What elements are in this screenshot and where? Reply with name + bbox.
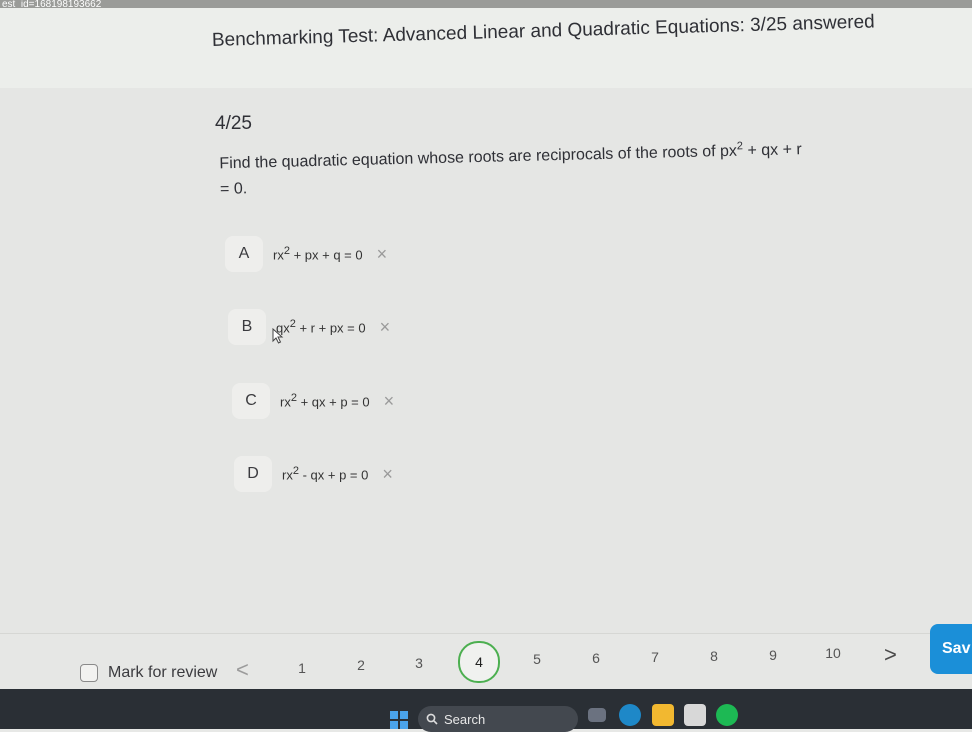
taskbar-search[interactable]: Search — [418, 706, 578, 732]
search-icon — [426, 713, 438, 725]
question-number: 4/25 — [215, 113, 252, 134]
previous-question-button[interactable]: < — [236, 657, 249, 683]
spotify-icon[interactable] — [716, 704, 738, 726]
option-c[interactable]: C rx2 + qx + p = 0 × — [232, 383, 394, 419]
chrome-browser-icon[interactable] — [684, 704, 706, 726]
option-expr-pre: rx — [273, 247, 284, 263]
windows-start-icon[interactable] — [390, 711, 408, 729]
page-button-10[interactable]: 10 — [813, 633, 853, 673]
option-expr-pre: rx — [280, 394, 291, 410]
page-button-3[interactable]: 3 — [399, 643, 439, 683]
page-button-5[interactable]: 5 — [517, 639, 557, 679]
test-header: Benchmarking Test: Advanced Linear and Q… — [0, 8, 972, 89]
page-button-4-current[interactable]: 4 — [458, 641, 500, 683]
option-a[interactable]: A rx2 + px + q = 0 × — [225, 236, 387, 272]
file-explorer-icon[interactable] — [652, 704, 674, 726]
edge-browser-icon[interactable] — [619, 704, 641, 726]
page-button-9[interactable]: 9 — [753, 635, 793, 675]
page-button-6[interactable]: 6 — [576, 638, 616, 678]
option-letter[interactable]: A — [225, 236, 263, 272]
strikethrough-icon[interactable]: × — [380, 317, 391, 338]
question-expr-a: px — [719, 142, 738, 161]
review-checkbox[interactable] — [80, 664, 98, 682]
option-expr-post: - qx + p = 0 — [298, 467, 369, 483]
option-expr-post: + qx + p = 0 — [296, 394, 370, 410]
page-button-2[interactable]: 2 — [341, 645, 381, 685]
review-label[interactable]: Mark for review — [108, 664, 217, 682]
option-d[interactable]: D rx2 - qx + p = 0 × — [234, 456, 393, 492]
option-text[interactable]: qx2 + r + px = 0 — [276, 318, 366, 335]
option-letter[interactable]: B — [228, 309, 266, 345]
save-button[interactable]: Sav — [930, 624, 972, 674]
question-text-part1: Find the quadratic equation whose roots … — [219, 143, 721, 173]
option-letter[interactable]: C — [232, 383, 270, 419]
option-letter[interactable]: D — [234, 456, 272, 492]
task-view-icon[interactable] — [588, 708, 606, 722]
page-button-8[interactable]: 8 — [694, 636, 734, 676]
page-button-1[interactable]: 1 — [282, 648, 322, 688]
option-b[interactable]: B qx2 + r + px = 0 × — [228, 309, 390, 345]
page-button-7[interactable]: 7 — [635, 637, 675, 677]
strikethrough-icon[interactable]: × — [382, 464, 393, 485]
option-expr-post: + px + q = 0 — [289, 247, 363, 263]
test-title: Benchmarking Test: Advanced Linear and Q… — [211, 11, 875, 51]
question-expr-b: + qx + r — [742, 141, 802, 160]
mouse-cursor-icon — [272, 328, 284, 344]
option-expr-pre: rx — [282, 467, 293, 483]
strikethrough-icon[interactable]: × — [384, 391, 395, 412]
next-question-button[interactable]: > — [884, 642, 897, 668]
option-text[interactable]: rx2 + px + q = 0 — [273, 245, 363, 262]
strikethrough-icon[interactable]: × — [377, 244, 388, 265]
option-text[interactable]: rx2 + qx + p = 0 — [280, 392, 370, 409]
question-text-part2: = 0. — [219, 180, 248, 199]
option-text[interactable]: rx2 - qx + p = 0 — [282, 465, 368, 482]
mark-for-review[interactable]: Mark for review — [80, 664, 217, 682]
option-expr-post: + r + px = 0 — [295, 320, 366, 336]
search-label[interactable]: Search — [444, 712, 485, 727]
